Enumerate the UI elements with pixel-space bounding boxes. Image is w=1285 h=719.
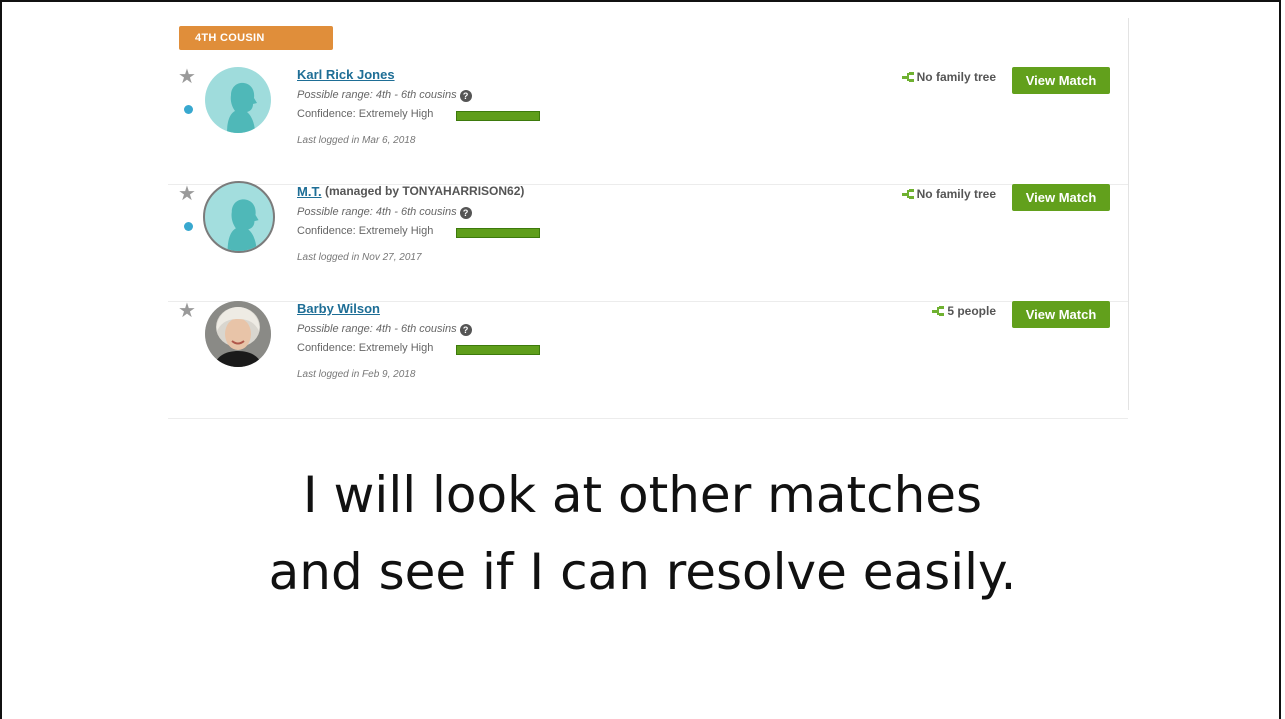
help-icon[interactable]: ? [459,324,472,336]
family-tree-status[interactable]: 5 people [932,304,996,318]
confidence-label: Confidence: Extremely High [297,108,434,120]
last-logged-in: Last logged in Mar 6, 2018 [297,135,416,146]
family-tree-text: 5 people [947,304,996,318]
possible-range-text: Possible range: 4th - 6th cousins [297,89,457,101]
star-icon[interactable]: ★ [178,184,196,204]
avatar-photo[interactable] [205,301,271,367]
person-silhouette-icon [227,82,257,133]
possible-range-text: Possible range: 4th - 6th cousins [297,206,457,218]
match-name-link[interactable]: Karl Rick Jones [297,67,395,82]
confidence-bar [456,345,540,355]
relationship-group-badge: 4TH COUSIN [179,26,333,50]
possible-range: Possible range: 4th - 6th cousins? [297,323,472,336]
avatar[interactable] [203,181,275,253]
family-tree-text: No family tree [916,187,996,201]
match-row: ★ M.T. (managed by TONYAHARRISON62) Poss… [168,181,1128,302]
new-match-dot-icon [184,222,193,231]
help-icon[interactable]: ? [459,207,472,219]
star-icon[interactable]: ★ [178,67,196,87]
help-icon[interactable]: ? [459,90,472,102]
confidence-label: Confidence: Extremely High [297,225,434,237]
profile-photo [205,301,271,367]
match-name-link[interactable]: M.T. [297,184,322,199]
family-tree-status[interactable]: No family tree [901,70,996,84]
confidence-label: Confidence: Extremely High [297,342,434,354]
managed-by-label: (managed by TONYAHARRISON62) [325,184,525,198]
match-name-link[interactable]: Barby Wilson [297,301,380,316]
avatar[interactable] [205,67,271,133]
view-match-button[interactable]: View Match [1012,184,1110,211]
star-icon[interactable]: ★ [178,301,196,321]
confidence-bar [456,228,540,238]
possible-range-text: Possible range: 4th - 6th cousins [297,323,457,335]
last-logged-in: Last logged in Nov 27, 2017 [297,252,422,263]
new-match-dot-icon [184,105,193,114]
family-tree-text: No family tree [916,70,996,84]
caption-line-1: I will look at other matches [302,466,983,524]
confidence-bar [456,111,540,121]
caption-line-2: and see if I can resolve easily. [268,543,1017,601]
family-tree-status[interactable]: No family tree [901,187,996,201]
tree-icon [901,72,915,82]
view-match-button[interactable]: View Match [1012,301,1110,328]
match-row: ★ Barby Wilson Possible range: 4th - 6th… [168,301,1128,419]
possible-range: Possible range: 4th - 6th cousins? [297,89,472,102]
person-silhouette-icon [227,199,259,251]
match-row: ★ Karl Rick Jones Possible range: 4th - … [168,67,1128,185]
match-list-panel: 4TH COUSIN ★ Karl Rick Jones Possible ra… [168,18,1129,419]
last-logged-in: Last logged in Feb 9, 2018 [297,369,416,380]
view-match-button[interactable]: View Match [1012,67,1110,94]
tree-icon [932,306,945,316]
possible-range: Possible range: 4th - 6th cousins? [297,206,472,219]
tree-icon [901,189,915,199]
